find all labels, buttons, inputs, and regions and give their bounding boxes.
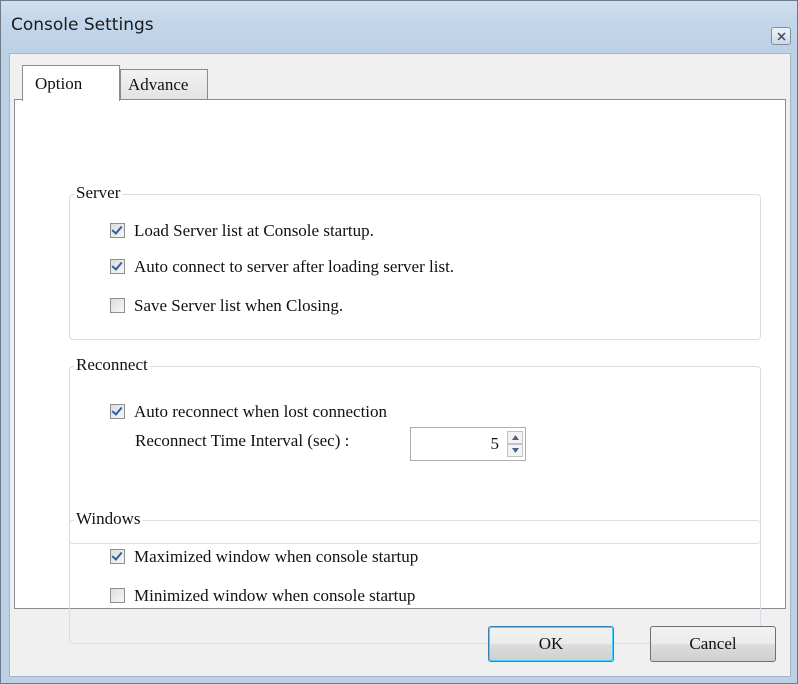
tab-option[interactable]: Option [22,65,120,101]
save-server-list-checkbox[interactable] [110,298,125,313]
minimized-window-label: Minimized window when console startup [134,586,416,605]
tab-strip: Option Advance [10,54,790,101]
reconnect-interval-value[interactable]: 5 [491,434,500,454]
auto-reconnect-checkbox[interactable] [110,404,125,419]
chevron-up-icon [512,435,519,440]
load-server-list-label: Load Server list at Console startup. [134,221,374,240]
windows-group-title: Windows [74,509,143,529]
minimized-window-checkbox[interactable] [110,588,125,603]
close-button[interactable] [771,27,791,45]
load-server-list-checkbox[interactable] [110,223,125,238]
reconnect-interval-spinner[interactable]: 5 [410,427,526,461]
console-settings-dialog: Console Settings Option Advance Server L… [0,0,798,684]
spinner-down-button[interactable] [507,444,523,457]
reconnect-group: Reconnect Auto reconnect when lost conne… [69,355,761,544]
option-tab-panel: Server Load Server list at Console start… [14,99,786,644]
reconnect-interval-label: Reconnect Time Interval (sec) : [135,431,350,450]
ok-button[interactable]: OK [488,626,614,662]
server-group: Server Load Server list at Console start… [69,183,761,340]
cancel-button[interactable]: Cancel [650,626,776,662]
spinner-buttons [507,431,523,457]
save-server-list-label: Save Server list when Closing. [134,296,344,315]
server-group-title: Server [74,183,123,203]
auto-reconnect-label: Auto reconnect when lost connection [134,402,388,421]
reconnect-group-title: Reconnect [74,355,150,375]
auto-connect-checkbox[interactable] [110,259,125,274]
chevron-down-icon [512,448,519,453]
close-icon [777,32,786,41]
maximized-window-checkbox[interactable] [110,549,125,564]
spinner-up-button[interactable] [507,431,523,444]
dialog-client-area: Option Advance Server Load Server list a… [9,53,791,677]
maximized-window-label: Maximized window when console startup [134,547,419,566]
auto-connect-label: Auto connect to server after loading ser… [134,257,455,276]
tab-advance[interactable]: Advance [120,69,208,99]
window-title: Console Settings [11,15,154,35]
title-bar[interactable]: Console Settings [1,1,797,53]
